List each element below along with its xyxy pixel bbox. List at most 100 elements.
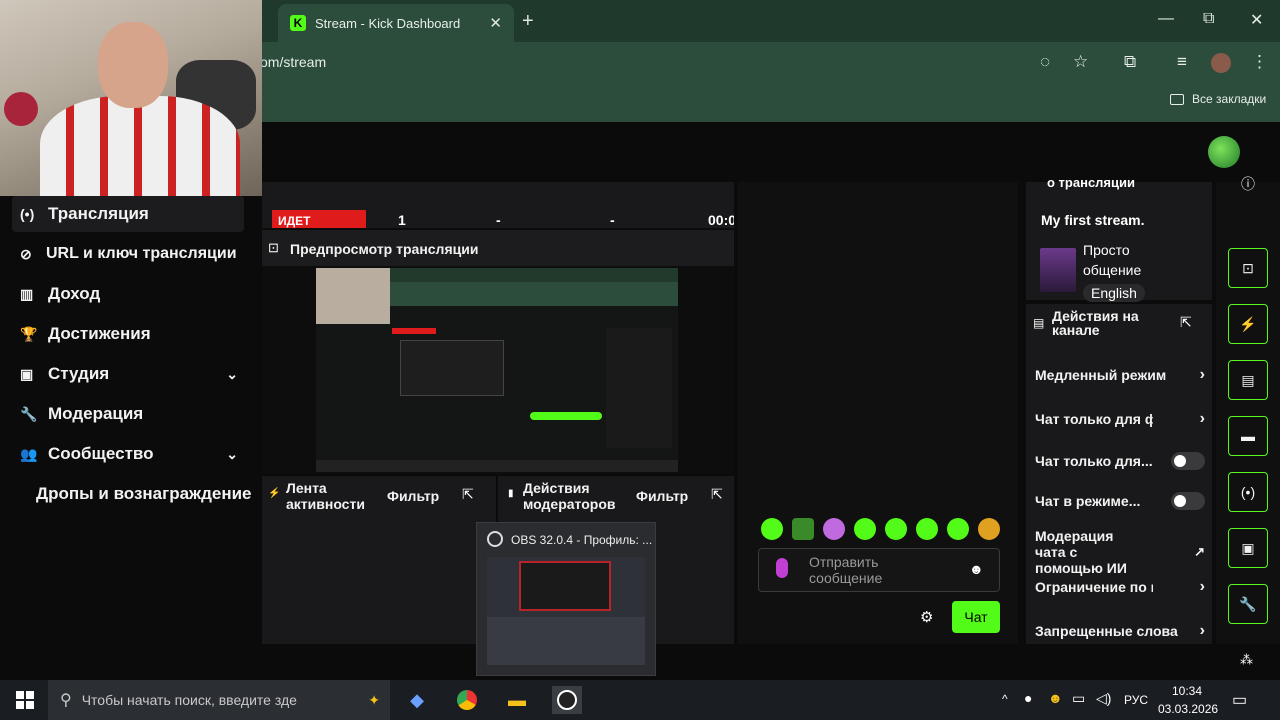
- emote-mode-toggle[interactable]: [1171, 492, 1205, 510]
- gear-icon[interactable]: ⚙: [920, 608, 933, 626]
- tab-close-icon[interactable]: ✕: [489, 14, 502, 32]
- chat-send-button[interactable]: Чат: [952, 601, 1000, 633]
- emote-icon[interactable]: [947, 518, 969, 540]
- taskbar-search[interactable]: ⚲ Чтобы начать поиск, введите зде ✦: [48, 680, 390, 720]
- user-avatar[interactable]: [1208, 136, 1240, 168]
- sidebar-item-label: Дропы и вознаграждение: [36, 484, 252, 503]
- followers-only-setting[interactable]: Чат только для фолл ›: [1035, 410, 1205, 428]
- extensions-icon[interactable]: ⧉: [1124, 52, 1136, 72]
- bolt-button[interactable]: ⚡: [1228, 304, 1268, 344]
- emote-icon[interactable]: [761, 518, 783, 540]
- new-tab-button[interactable]: +: [522, 10, 534, 33]
- screenshot-button[interactable]: ⊡: [1228, 248, 1268, 288]
- camera-button[interactable]: ▣: [1228, 528, 1268, 568]
- menu-icon[interactable]: ⋮: [1251, 52, 1268, 72]
- obs-thumbnail[interactable]: OBS 32.0.4 - Профиль: ...: [476, 522, 656, 676]
- chevron-down-icon: ⌄: [226, 365, 238, 382]
- mod-actions-filter[interactable]: Фильтр: [636, 488, 688, 504]
- emote-icon[interactable]: [823, 518, 845, 540]
- chat-button[interactable]: ▬: [1228, 416, 1268, 456]
- minimize-button[interactable]: —: [1158, 10, 1174, 28]
- sidebar-item-url-key[interactable]: ⊘ URL и ключ трансляции: [12, 236, 244, 272]
- ai-moderation-setting[interactable]: Модерация чата с помощью ИИ ↗: [1035, 528, 1205, 576]
- sidebar-item-achievements[interactable]: 🏆 Достижения: [12, 316, 244, 352]
- slow-mode-setting[interactable]: Медленный режим ›: [1035, 366, 1205, 384]
- wrench-button[interactable]: 🔧: [1228, 584, 1268, 624]
- sparkle-icon: ✦: [368, 691, 380, 708]
- profile-avatar[interactable]: [1211, 53, 1231, 73]
- url-field[interactable]: om/stream: [260, 54, 326, 70]
- subscribers-only-toggle[interactable]: [1171, 452, 1205, 470]
- sidebar-item-moderation[interactable]: 🔧 Модерация: [12, 396, 244, 432]
- popout-icon[interactable]: ⇱: [462, 486, 474, 503]
- app-icon[interactable]: ◆: [402, 686, 432, 714]
- mic-icon[interactable]: [776, 558, 788, 578]
- emote-icon[interactable]: [854, 518, 876, 540]
- emote-icon[interactable]: [978, 518, 1000, 540]
- file-explorer-icon[interactable]: ▬: [502, 686, 532, 714]
- info-icon[interactable]: ⓘ: [1241, 174, 1255, 194]
- sidebar-item-community[interactable]: 👥 Сообщество ⌄: [12, 436, 244, 472]
- start-button[interactable]: [10, 686, 40, 714]
- network-icon[interactable]: ▭: [1072, 690, 1085, 707]
- live-badge: ИДЕТ: [272, 210, 366, 228]
- banned-words-setting[interactable]: Запрещенные слова ›: [1035, 622, 1205, 640]
- setting-label: Ограничение по возр: [1035, 579, 1153, 595]
- bolt-icon: ⚡: [268, 488, 281, 499]
- chart-icon: ▥: [20, 285, 34, 302]
- dots-icon[interactable]: ⁂: [1240, 652, 1253, 668]
- preview-icon: ⊡: [268, 240, 279, 255]
- channel-icon: ▤: [1033, 316, 1045, 330]
- sidebar-item-stream[interactable]: (•) Трансляция: [12, 196, 244, 232]
- emoji-icon[interactable]: ☻: [969, 561, 984, 577]
- video-icon: ▣: [20, 365, 34, 382]
- stream-category: Просто общение: [1083, 242, 1142, 278]
- popout-icon[interactable]: ⇱: [711, 486, 723, 503]
- volume-icon[interactable]: ◁): [1096, 690, 1111, 707]
- tray-app-icon[interactable]: ☻: [1048, 690, 1063, 706]
- folder-icon: [1170, 93, 1184, 105]
- wrench-icon: 🔧: [20, 405, 38, 422]
- language-indicator[interactable]: РУС: [1124, 693, 1148, 707]
- stream-info-heading: о трансляции: [1047, 175, 1135, 190]
- stream-preview-video[interactable]: [316, 268, 678, 472]
- popout-icon[interactable]: ⇱: [1180, 314, 1192, 331]
- bookmarks-label: Все закладки: [1192, 92, 1267, 106]
- restore-button[interactable]: ⧉: [1203, 10, 1214, 28]
- trophy-icon: 🏆: [20, 325, 38, 342]
- emote-mode-setting[interactable]: Чат в режиме...: [1035, 492, 1205, 510]
- activity-title: Лента активности: [286, 480, 365, 512]
- notes-button[interactable]: ▤: [1228, 360, 1268, 400]
- chrome-icon[interactable]: [452, 686, 482, 714]
- sidebar-item-revenue[interactable]: ▥ Доход: [12, 276, 244, 312]
- sidebar-item-studio[interactable]: ▣ Студия ⌄: [12, 356, 244, 392]
- chevron-up-icon[interactable]: ^: [1002, 692, 1008, 706]
- eye-off-icon[interactable]: ◌: [1040, 52, 1050, 72]
- chevron-right-icon: ›: [1199, 578, 1205, 595]
- obs-taskbar-icon[interactable]: [552, 686, 582, 714]
- clock-time[interactable]: 10:34: [1172, 684, 1202, 698]
- subscribers-only-setting[interactable]: Чат только для...: [1035, 452, 1205, 470]
- duration-value: 00:0: [708, 212, 734, 228]
- emote-icon[interactable]: [792, 518, 814, 540]
- age-restriction-setting[interactable]: Ограничение по возр ›: [1035, 578, 1205, 596]
- close-window-button[interactable]: ✕: [1250, 10, 1263, 30]
- browser-tab[interactable]: K Stream - Kick Dashboard ✕: [278, 4, 514, 42]
- sidebar-item-drops[interactable]: Дропы и вознаграждение: [36, 476, 256, 512]
- external-link-icon: ↗: [1194, 544, 1205, 559]
- star-icon[interactable]: ☆: [1073, 52, 1088, 72]
- setting-label: Чат в режиме...: [1035, 493, 1141, 509]
- link-icon: ⊘: [20, 245, 32, 262]
- activity-filter[interactable]: Фильтр: [387, 488, 439, 504]
- emote-bar[interactable]: [761, 518, 1000, 540]
- broadcast-button[interactable]: (•): [1228, 472, 1268, 512]
- emote-icon[interactable]: [885, 518, 907, 540]
- clock-date[interactable]: 03.03.2026: [1158, 702, 1218, 716]
- notifications-icon[interactable]: ▭: [1232, 690, 1247, 710]
- chat-placeholder: Отправить сообщение: [809, 554, 883, 586]
- obs-window-title: OBS 32.0.4 - Профиль: ...: [511, 533, 653, 547]
- media-icon[interactable]: ≡: [1177, 52, 1187, 72]
- all-bookmarks[interactable]: Все закладки: [1170, 92, 1266, 106]
- microphone-icon[interactable]: ●: [1024, 690, 1032, 706]
- emote-icon[interactable]: [916, 518, 938, 540]
